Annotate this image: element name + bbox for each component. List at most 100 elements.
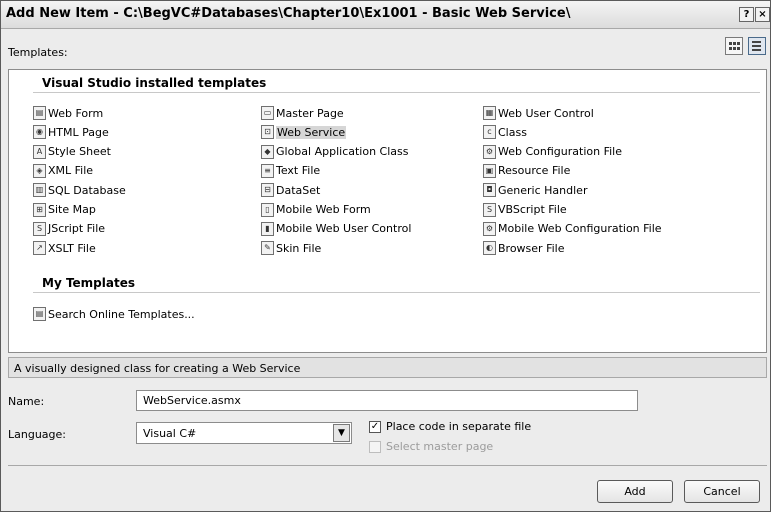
xslt-file-icon: ↗ bbox=[33, 241, 46, 256]
xml-file-icon: ◈ bbox=[33, 163, 46, 178]
template-label: DataSet bbox=[276, 183, 321, 197]
template-label: Web Service bbox=[276, 125, 347, 139]
add-button[interactable]: Add bbox=[597, 480, 673, 503]
select-master-label: Select master page bbox=[386, 440, 494, 453]
template-item[interactable]: S VBScript File bbox=[483, 201, 567, 219]
template-description: A visually designed class for creating a… bbox=[8, 357, 767, 378]
template-label: VBScript File bbox=[498, 203, 567, 216]
templates-label: Templates: bbox=[8, 46, 68, 59]
template-item[interactable]: ↗ XSLT File bbox=[33, 239, 96, 257]
template-item[interactable]: ◘ Generic Handler bbox=[483, 181, 587, 199]
name-label: Name: bbox=[8, 395, 45, 408]
mobile-web-configuration-file-icon: ⚙ bbox=[483, 221, 496, 236]
installed-header-divider bbox=[33, 92, 760, 93]
template-label: Skin File bbox=[276, 241, 322, 255]
template-label: Browser File bbox=[498, 241, 565, 255]
chevron-down-icon[interactable]: ▼ bbox=[333, 424, 350, 442]
style-sheet-icon: A bbox=[33, 144, 46, 159]
title-bar: Add New Item - C:\BegVC#Databases\Chapte… bbox=[1, 1, 770, 29]
template-item[interactable]: A Style Sheet bbox=[33, 143, 111, 161]
template-item[interactable]: ◈ XML File bbox=[33, 162, 93, 180]
template-item[interactable]: ⚙ Web Configuration File bbox=[483, 143, 622, 161]
template-label: Mobile Web User Control bbox=[276, 222, 412, 236]
master-page-icon: ▭ bbox=[261, 106, 274, 120]
template-item[interactable]: ⊟ DataSet bbox=[261, 181, 320, 199]
template-label: Class bbox=[498, 125, 527, 139]
template-item[interactable]: ▦ Web User Control bbox=[483, 104, 594, 122]
select-master-checkbox[interactable] bbox=[369, 441, 381, 453]
web-service-icon: ⊡ bbox=[261, 125, 274, 140]
template-label: Generic Handler bbox=[498, 183, 588, 197]
generic-handler-icon: ◘ bbox=[483, 183, 496, 198]
template-label: XML File bbox=[48, 164, 94, 178]
template-item[interactable]: S JScript File bbox=[33, 220, 105, 238]
global-application-class-icon: ◆ bbox=[261, 144, 274, 159]
template-label: Web User Control bbox=[498, 106, 594, 120]
template-label: Site Map bbox=[48, 203, 96, 216]
template-item[interactable]: ▭ Master Page bbox=[261, 104, 344, 122]
question-mark-icon[interactable]: ? bbox=[739, 7, 754, 22]
template-label: SQL Database bbox=[48, 183, 126, 197]
template-label: JScript File bbox=[48, 222, 106, 236]
template-item[interactable]: ⊞ Site Map bbox=[33, 201, 96, 219]
resource-file-icon: ▣ bbox=[483, 163, 496, 178]
name-input[interactable]: WebService.asmx bbox=[136, 390, 638, 411]
mobile-web-user-control-icon: ▮ bbox=[261, 221, 274, 236]
template-label: HTML Page bbox=[48, 125, 109, 139]
template-label: Resource File bbox=[498, 164, 571, 178]
templates-list[interactable]: Visual Studio installed templates My Tem… bbox=[8, 69, 767, 353]
cancel-button[interactable]: Cancel bbox=[684, 480, 760, 503]
skin-file-icon: ✎ bbox=[261, 241, 274, 256]
template-label: Text File bbox=[276, 164, 321, 178]
template-label: Web Configuration File bbox=[498, 145, 622, 159]
template-label: Web Form bbox=[48, 106, 104, 120]
web-form-icon: ▤ bbox=[33, 106, 46, 120]
template-item[interactable]: ▮ Mobile Web User Control bbox=[261, 220, 411, 238]
window-title: Add New Item - C:\BegVC#Databases\Chapte… bbox=[6, 6, 571, 21]
language-label: Language: bbox=[8, 428, 66, 441]
vbscript-file-icon: S bbox=[483, 202, 496, 217]
site-map-icon: ⊞ bbox=[33, 202, 46, 217]
large-icons-view-glyph bbox=[729, 42, 740, 50]
template-label: Style Sheet bbox=[48, 145, 111, 159]
large-icons-view-icon[interactable] bbox=[725, 37, 743, 55]
template-item[interactable]: ◉ HTML Page bbox=[33, 123, 109, 141]
sql-database-icon: ▥ bbox=[33, 183, 46, 198]
template-item[interactable]: ▤ Web Form bbox=[33, 104, 103, 122]
my-templates-header: My Templates bbox=[42, 276, 135, 290]
small-icons-view-icon[interactable] bbox=[748, 37, 766, 55]
web-configuration-file-icon: ⚙ bbox=[483, 144, 496, 159]
dataset-icon: ⊟ bbox=[261, 183, 274, 198]
template-item[interactable]: ≡ Text File bbox=[261, 162, 320, 180]
mobile-web-form-icon: ▯ bbox=[261, 202, 274, 217]
place-code-label[interactable]: Place code in separate file bbox=[386, 420, 531, 433]
template-item[interactable]: c Class bbox=[483, 123, 527, 141]
close-icon[interactable]: × bbox=[755, 7, 770, 22]
template-label: Search Online Templates... bbox=[48, 307, 195, 321]
text-file-icon: ≡ bbox=[261, 163, 274, 178]
small-icons-view-glyph bbox=[752, 41, 761, 51]
template-label: Master Page bbox=[276, 106, 344, 120]
template-label: Global Application Class bbox=[276, 145, 409, 159]
template-item[interactable]: ▯ Mobile Web Form bbox=[261, 201, 371, 219]
template-item[interactable]: ⊡ Web Service bbox=[261, 123, 347, 141]
my-header-divider bbox=[33, 292, 760, 293]
language-value: Visual C# bbox=[143, 427, 197, 440]
template-label: Mobile Web Form bbox=[276, 203, 371, 216]
template-item[interactable]: ◐ Browser File bbox=[483, 239, 564, 257]
my-template-item[interactable]: ▤ Search Online Templates... bbox=[33, 305, 195, 323]
template-label: Mobile Web Configuration File bbox=[498, 222, 662, 236]
place-code-checkbox[interactable]: ✓ bbox=[369, 421, 381, 433]
template-item[interactable]: ✎ Skin File bbox=[261, 239, 321, 257]
template-item[interactable]: ▣ Resource File bbox=[483, 162, 570, 180]
web-user-control-icon: ▦ bbox=[483, 106, 496, 120]
template-item[interactable]: ◆ Global Application Class bbox=[261, 143, 408, 161]
template-item[interactable]: ▥ SQL Database bbox=[33, 181, 126, 199]
class-icon: c bbox=[483, 125, 496, 140]
template-label: XSLT File bbox=[48, 241, 96, 255]
add-new-item-dialog: Add New Item - C:\BegVC#Databases\Chapte… bbox=[0, 0, 771, 512]
language-select[interactable]: Visual C# ▼ bbox=[136, 422, 352, 444]
button-divider bbox=[8, 465, 767, 466]
installed-templates-header: Visual Studio installed templates bbox=[42, 76, 267, 90]
template-item[interactable]: ⚙ Mobile Web Configuration File bbox=[483, 220, 662, 238]
